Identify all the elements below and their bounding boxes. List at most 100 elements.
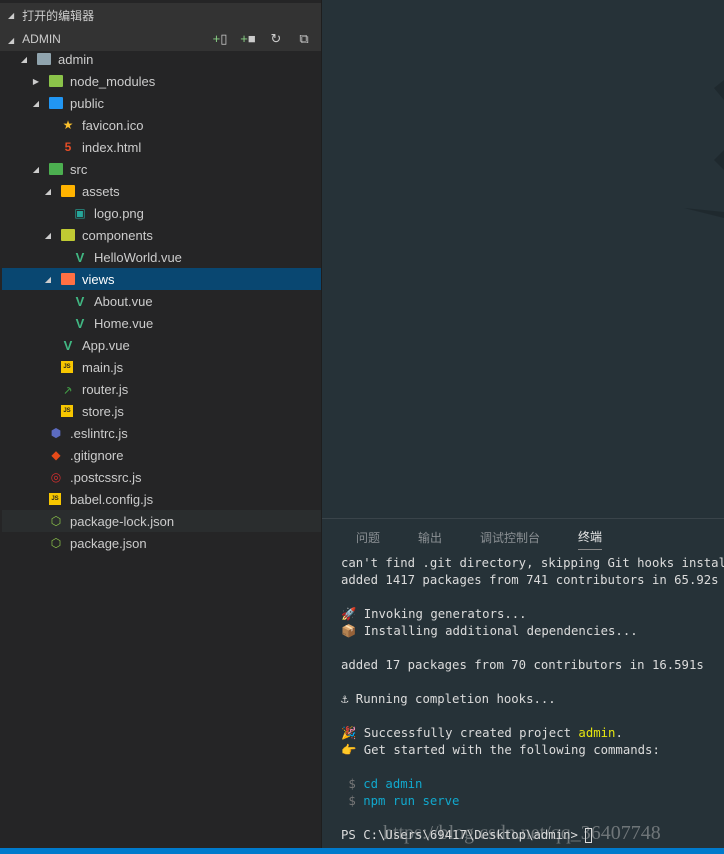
command: cd admin bbox=[363, 777, 423, 791]
tree-file-app-vue[interactable]: V App.vue bbox=[2, 334, 321, 356]
tree-folder-admin[interactable]: ◢ admin bbox=[2, 48, 321, 70]
js-icon: JS bbox=[61, 361, 73, 373]
tree-file-index-html[interactable]: 5 index.html bbox=[2, 136, 321, 158]
tree-item-label: components bbox=[82, 227, 153, 243]
eslint-icon: ⬢ bbox=[50, 426, 62, 440]
folder-icon bbox=[49, 163, 63, 175]
tree-file-router-js[interactable]: ⸕ router.js bbox=[2, 378, 321, 400]
tree-file-package-json[interactable]: ⬡ package.json bbox=[2, 532, 321, 554]
open-editors-header[interactable]: ◢ 打开的编辑器 bbox=[0, 3, 321, 27]
router-icon: ⸕ bbox=[63, 382, 73, 397]
tree-file-helloworld-vue[interactable]: V HelloWorld.vue bbox=[2, 246, 321, 268]
tree-folder-views[interactable]: ◢ views bbox=[2, 268, 321, 290]
terminal-line: added 17 packages from 70 contributors i… bbox=[341, 658, 704, 672]
pointing-hand-icon: 👉 bbox=[341, 743, 357, 757]
tree-file-postcssrc-js[interactable]: ◎ .postcssrc.js bbox=[2, 466, 321, 488]
tree-folder-assets[interactable]: ◢ assets bbox=[2, 180, 321, 202]
tree-item-label: src bbox=[70, 161, 88, 177]
nodejs-icon: ⬡ bbox=[50, 536, 62, 550]
js-icon: JS bbox=[61, 405, 73, 417]
tree-file-package-lock-json[interactable]: ⬡ package-lock.json bbox=[2, 510, 321, 532]
collapse-arrow-icon: ◢ bbox=[8, 36, 15, 45]
vue-icon: V bbox=[75, 315, 85, 331]
new-file-icon[interactable]: +▯ bbox=[211, 31, 229, 47]
folder-icon bbox=[49, 97, 63, 109]
folder-icon bbox=[61, 273, 75, 285]
terminal-line: $ npm run serve bbox=[341, 793, 724, 810]
terminal-text: Installing additional dependencies... bbox=[356, 624, 638, 638]
open-editors-label: 打开的编辑器 bbox=[22, 8, 95, 23]
tree-folder-public[interactable]: ◢ public bbox=[2, 92, 321, 114]
tree-item-label: router.js bbox=[82, 381, 129, 397]
tab-problems[interactable]: 问题 bbox=[356, 529, 380, 546]
party-icon: 🎉 bbox=[341, 726, 357, 740]
tree-file-home-vue[interactable]: V Home.vue bbox=[2, 312, 321, 334]
tree-file-babel-config-js[interactable]: JS babel.config.js bbox=[2, 488, 321, 510]
folder-icon bbox=[61, 185, 75, 197]
collapse-all-icon[interactable]: ⧉ bbox=[295, 31, 313, 47]
tree-file-main-js[interactable]: JS main.js bbox=[2, 356, 321, 378]
terminal-line: 👉 Get started with the following command… bbox=[341, 742, 724, 759]
tree-file-favicon-ico[interactable]: ★ favicon.ico bbox=[2, 114, 321, 136]
star-icon: ★ bbox=[62, 118, 74, 132]
folder-icon bbox=[49, 75, 63, 87]
tree-item-label: package.json bbox=[70, 535, 147, 551]
vue-icon: V bbox=[63, 337, 73, 353]
new-folder-icon[interactable]: +■ bbox=[239, 31, 257, 47]
tree-item-label: .postcssrc.js bbox=[70, 469, 142, 485]
rocket-icon: 🚀 bbox=[341, 607, 357, 621]
tree-item-label: admin bbox=[58, 51, 94, 67]
expanded-arrow-icon[interactable]: ◢ bbox=[43, 231, 53, 240]
command: npm run serve bbox=[363, 794, 460, 808]
terminal-output[interactable]: can't find .git directory, skipping Git … bbox=[322, 555, 724, 844]
workspace-label: ADMIN bbox=[22, 32, 61, 46]
bottom-panel: 问题 输出 调试控制台 终端 can't find .git directory… bbox=[322, 518, 724, 848]
status-bar bbox=[0, 848, 724, 854]
tab-debug-console[interactable]: 调试控制台 bbox=[480, 529, 540, 546]
tree-item-label: package-lock.json bbox=[70, 513, 175, 529]
expanded-arrow-icon[interactable]: ◢ bbox=[31, 99, 41, 108]
tree-item-label: babel.config.js bbox=[70, 491, 154, 507]
expanded-arrow-icon[interactable]: ◢ bbox=[19, 55, 29, 64]
tree-item-label: .eslintrc.js bbox=[70, 425, 128, 441]
git-icon: ◆ bbox=[51, 448, 61, 462]
tree-item-label: .gitignore bbox=[70, 447, 124, 463]
tree-file-eslintrc-js[interactable]: ⬢ .eslintrc.js bbox=[2, 422, 321, 444]
terminal-line: 🎉 Successfully created project admin. bbox=[341, 725, 724, 742]
package-icon: 📦 bbox=[341, 624, 357, 638]
terminal-line: 📦 Installing additional dependencies... bbox=[341, 623, 724, 640]
tree-folder-src[interactable]: ◢ src bbox=[2, 158, 321, 180]
expanded-arrow-icon[interactable]: ◢ bbox=[43, 187, 53, 196]
tree-file-store-js[interactable]: JS store.js bbox=[2, 400, 321, 422]
terminal-line: can't find .git directory, skipping Git … bbox=[341, 556, 724, 570]
html5-icon: 5 bbox=[64, 140, 72, 154]
terminal-text: . bbox=[615, 726, 623, 740]
panel-tabs: 问题 输出 调试控制台 终端 bbox=[322, 519, 724, 555]
tree-file-gitignore[interactable]: ◆ .gitignore bbox=[2, 444, 321, 466]
explorer-sidebar: ◢ 打开的编辑器 ◢ ADMIN +▯ +■ ↻ ⧉ ◢ admin ▶ node_mod… bbox=[0, 0, 322, 848]
tree-item-label: node_modules bbox=[70, 73, 156, 89]
tree-item-label: public bbox=[70, 95, 104, 111]
tree-item-label: HelloWorld.vue bbox=[94, 249, 182, 265]
tree-item-label: About.vue bbox=[94, 293, 153, 309]
project-name: admin bbox=[578, 726, 616, 740]
tree-folder-components[interactable]: ◢ components bbox=[2, 224, 321, 246]
tree-item-label: views bbox=[82, 271, 115, 287]
js-icon: JS bbox=[49, 493, 61, 505]
tree-folder-node-modules[interactable]: ▶ node_modules bbox=[2, 70, 321, 92]
terminal-text: Invoking generators... bbox=[356, 607, 527, 621]
image-icon: ▣ bbox=[74, 206, 86, 220]
dollar-sign: $ bbox=[341, 777, 364, 791]
tab-terminal[interactable]: 终端 bbox=[578, 528, 603, 550]
tree-file-logo-png[interactable]: ▣ logo.png bbox=[2, 202, 321, 224]
collapse-arrow-icon: ◢ bbox=[8, 10, 15, 20]
tree-item-label: index.html bbox=[82, 139, 142, 155]
refresh-icon[interactable]: ↻ bbox=[267, 31, 285, 47]
expanded-arrow-icon[interactable]: ◢ bbox=[43, 275, 53, 284]
vue-icon: V bbox=[75, 249, 85, 265]
tab-output[interactable]: 输出 bbox=[418, 529, 442, 546]
collapsed-arrow-icon[interactable]: ▶ bbox=[31, 77, 41, 86]
tree-item-label: assets bbox=[82, 183, 120, 199]
expanded-arrow-icon[interactable]: ◢ bbox=[31, 165, 41, 174]
tree-file-about-vue[interactable]: V About.vue bbox=[2, 290, 321, 312]
